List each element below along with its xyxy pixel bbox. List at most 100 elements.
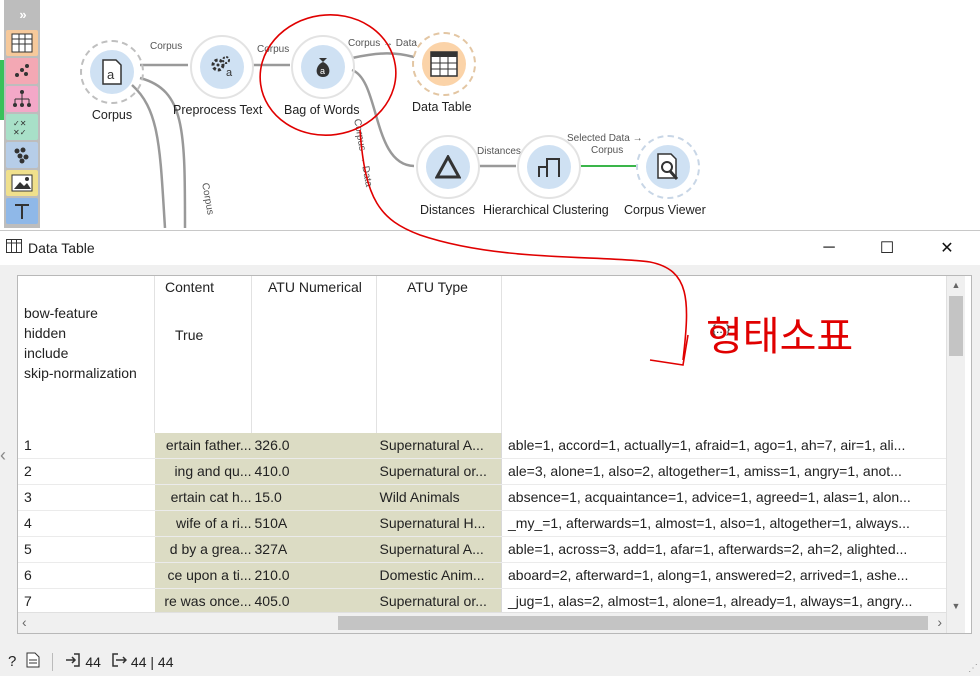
table-row[interactable]: 1 ertain father... 326.0 Supernatural A... a… (18, 433, 952, 459)
header-label: skip-normalization (24, 365, 137, 381)
row-number[interactable]: 5 (18, 536, 155, 563)
report-icon[interactable] (26, 652, 40, 671)
row-number[interactable]: 3 (18, 484, 155, 511)
cell-atu-numerical[interactable]: 326.0 (251, 433, 377, 459)
row-number[interactable]: 4 (18, 510, 155, 537)
edge-label-corpus: Corpus (150, 41, 183, 52)
table-icon (422, 42, 466, 86)
maximize-button[interactable]: ☐ (858, 231, 916, 265)
cell-bow-features[interactable]: able=1, accord=1, actually=1, afraid=1, … (501, 433, 952, 459)
row-number[interactable]: 7 (18, 588, 155, 615)
column-title: ATU Numerical (268, 279, 362, 295)
table-row[interactable]: 4 wife of a ri... 510A Supernatural H... _m… (18, 510, 952, 537)
table-body: 1 ertain father... 326.0 Supernatural A... a… (18, 433, 952, 633)
cell-bow-features[interactable]: _jug=1, alas=2, almost=1, alone=1, alrea… (501, 588, 952, 615)
cell-content[interactable]: ce upon a ti... (154, 562, 252, 589)
cell-content[interactable]: re was once... (154, 588, 252, 615)
table-row[interactable]: 5d by a grea... 327A Supernatural A... able… (18, 536, 952, 563)
cell-content[interactable]: ertain cat h... (154, 484, 252, 511)
cell-bow-features[interactable]: _my_=1, afterwards=1, almost=1, also=1, … (501, 510, 952, 537)
node-corpus[interactable]: a Corpus (80, 40, 144, 122)
node-preprocess[interactable]: a Preprocess Text (173, 35, 262, 117)
cell-atu-numerical[interactable]: 410.0 (251, 458, 377, 485)
column-header-content[interactable]: Content True (154, 276, 252, 433)
table-row[interactable]: 7 re was once... 405.0 Supernatural or... _j… (18, 588, 952, 615)
cell-atu-numerical[interactable]: 210.0 (251, 562, 377, 589)
column-header-atu-type[interactable]: ATU Type (376, 276, 502, 433)
cell-atu-type[interactable]: Domestic Anim... (376, 562, 502, 589)
table-row[interactable]: 3 ertain cat h... 15.0 Wild Animals absence=… (18, 484, 952, 511)
horizontal-scroll-thumb[interactable] (338, 616, 928, 630)
resize-grip-icon[interactable]: ⋰ (968, 663, 978, 674)
money-bag-icon: a (301, 45, 345, 89)
cell-atu-numerical[interactable]: 510A (251, 510, 377, 537)
horizontal-scrollbar[interactable]: ‹ › (18, 612, 946, 633)
scroll-up-icon[interactable]: ▲ (947, 276, 965, 294)
cell-atu-type[interactable]: Supernatural A... (376, 536, 502, 563)
data-table-window: Data Table ─ ☐ ✕ ‹ bow-feature hidden in… (0, 230, 980, 676)
edge-label-corpus: Corpus (591, 145, 624, 156)
scroll-left-icon[interactable]: ‹ (22, 614, 27, 630)
collapse-left-icon[interactable]: ‹ (0, 445, 6, 466)
node-hierarchical-clustering[interactable]: Hierarchical Clustering (483, 135, 609, 217)
cell-bow-features[interactable]: absence=1, acquaintance=1, advice=1, agr… (501, 484, 952, 511)
node-label: Bag of Words (284, 103, 360, 117)
close-button[interactable]: ✕ (918, 231, 976, 265)
cell-atu-numerical[interactable]: 405.0 (251, 588, 377, 615)
magnifier-document-icon (646, 145, 690, 189)
cell-atu-type[interactable]: Supernatural or... (376, 458, 502, 485)
cell-bow-features[interactable]: ale=3, alone=1, also=2, altogether=1, am… (501, 458, 952, 485)
column-header-atu-numerical[interactable]: ATU Numerical (251, 276, 377, 433)
node-label: Hierarchical Clustering (483, 203, 609, 217)
svg-text:a: a (226, 67, 233, 79)
workflow-canvas[interactable]: » ✓✕ ✕✓ Corpus Corpus Corpus → Data Corp… (0, 0, 980, 228)
cell-content[interactable]: ertain father... (154, 433, 252, 459)
header-label: hidden (24, 325, 67, 341)
data-table[interactable]: bow-feature hidden include skip-normaliz… (17, 275, 972, 634)
svg-text:a: a (320, 66, 325, 76)
table-grid: bow-feature hidden include skip-normaliz… (18, 276, 952, 633)
cell-bow-features[interactable]: able=1, across=3, add=1, afar=1, afterwa… (501, 536, 952, 563)
cell-atu-type[interactable]: Supernatural or... (376, 588, 502, 615)
table-row[interactable]: 2 ing and qu... 410.0 Supernatural or... ale… (18, 458, 952, 485)
output-count: 44 | 44 (130, 653, 174, 670)
row-number[interactable]: 1 (18, 433, 155, 459)
window-title: Data Table (28, 240, 95, 256)
node-data-table[interactable]: Data Table (412, 32, 476, 114)
edge-label-corpus-data: Corpus → Data (348, 38, 417, 49)
cell-atu-type[interactable]: Supernatural A... (376, 433, 502, 459)
workflow-links (131, 52, 636, 228)
scroll-right-icon[interactable]: › (937, 614, 942, 630)
cell-content[interactable]: wife of a ri... (154, 510, 252, 537)
status-bar: ? 44 44 | 44 (0, 647, 980, 676)
cell-atu-type[interactable]: Wild Animals (376, 484, 502, 511)
delta-icon (426, 145, 470, 189)
scroll-down-icon[interactable]: ▼ (947, 601, 965, 611)
node-corpus-viewer[interactable]: Corpus Viewer (624, 135, 706, 217)
cell-atu-type[interactable]: Supernatural H... (376, 510, 502, 537)
column-header-bow[interactable]: {...} (501, 276, 952, 433)
node-label: Corpus (91, 108, 133, 122)
node-bag-of-words[interactable]: a Bag of Words (284, 35, 360, 117)
cell-content[interactable]: d by a grea... (154, 536, 252, 563)
cell-atu-numerical[interactable]: 327A (251, 536, 377, 563)
dendrogram-icon (527, 145, 571, 189)
row-number[interactable]: 6 (18, 562, 155, 589)
input-count: 44 (85, 653, 101, 670)
gears-icon: a (200, 45, 244, 89)
cell-content[interactable]: ing and qu... (154, 458, 252, 485)
window-titlebar[interactable]: Data Table ─ ☐ ✕ (0, 231, 980, 265)
node-label: Corpus Viewer (624, 203, 706, 217)
vertical-scroll-thumb[interactable] (949, 296, 963, 356)
table-row[interactable]: 6 ce upon a ti... 210.0 Domestic Anim... abo… (18, 562, 952, 589)
cell-bow-features[interactable]: aboard=2, afterward=1, along=1, answered… (501, 562, 952, 589)
minimize-button[interactable]: ─ (800, 231, 858, 265)
vertical-scrollbar[interactable]: ▲ ▼ (946, 276, 965, 633)
node-distances[interactable]: Distances (416, 135, 480, 217)
svg-text:a: a (107, 67, 115, 82)
cell-atu-numerical[interactable]: 15.0 (251, 484, 377, 511)
help-icon[interactable]: ? (8, 653, 16, 670)
node-label: Distances (420, 203, 475, 217)
column-attribute-value: True (175, 327, 204, 343)
row-number[interactable]: 2 (18, 458, 155, 485)
